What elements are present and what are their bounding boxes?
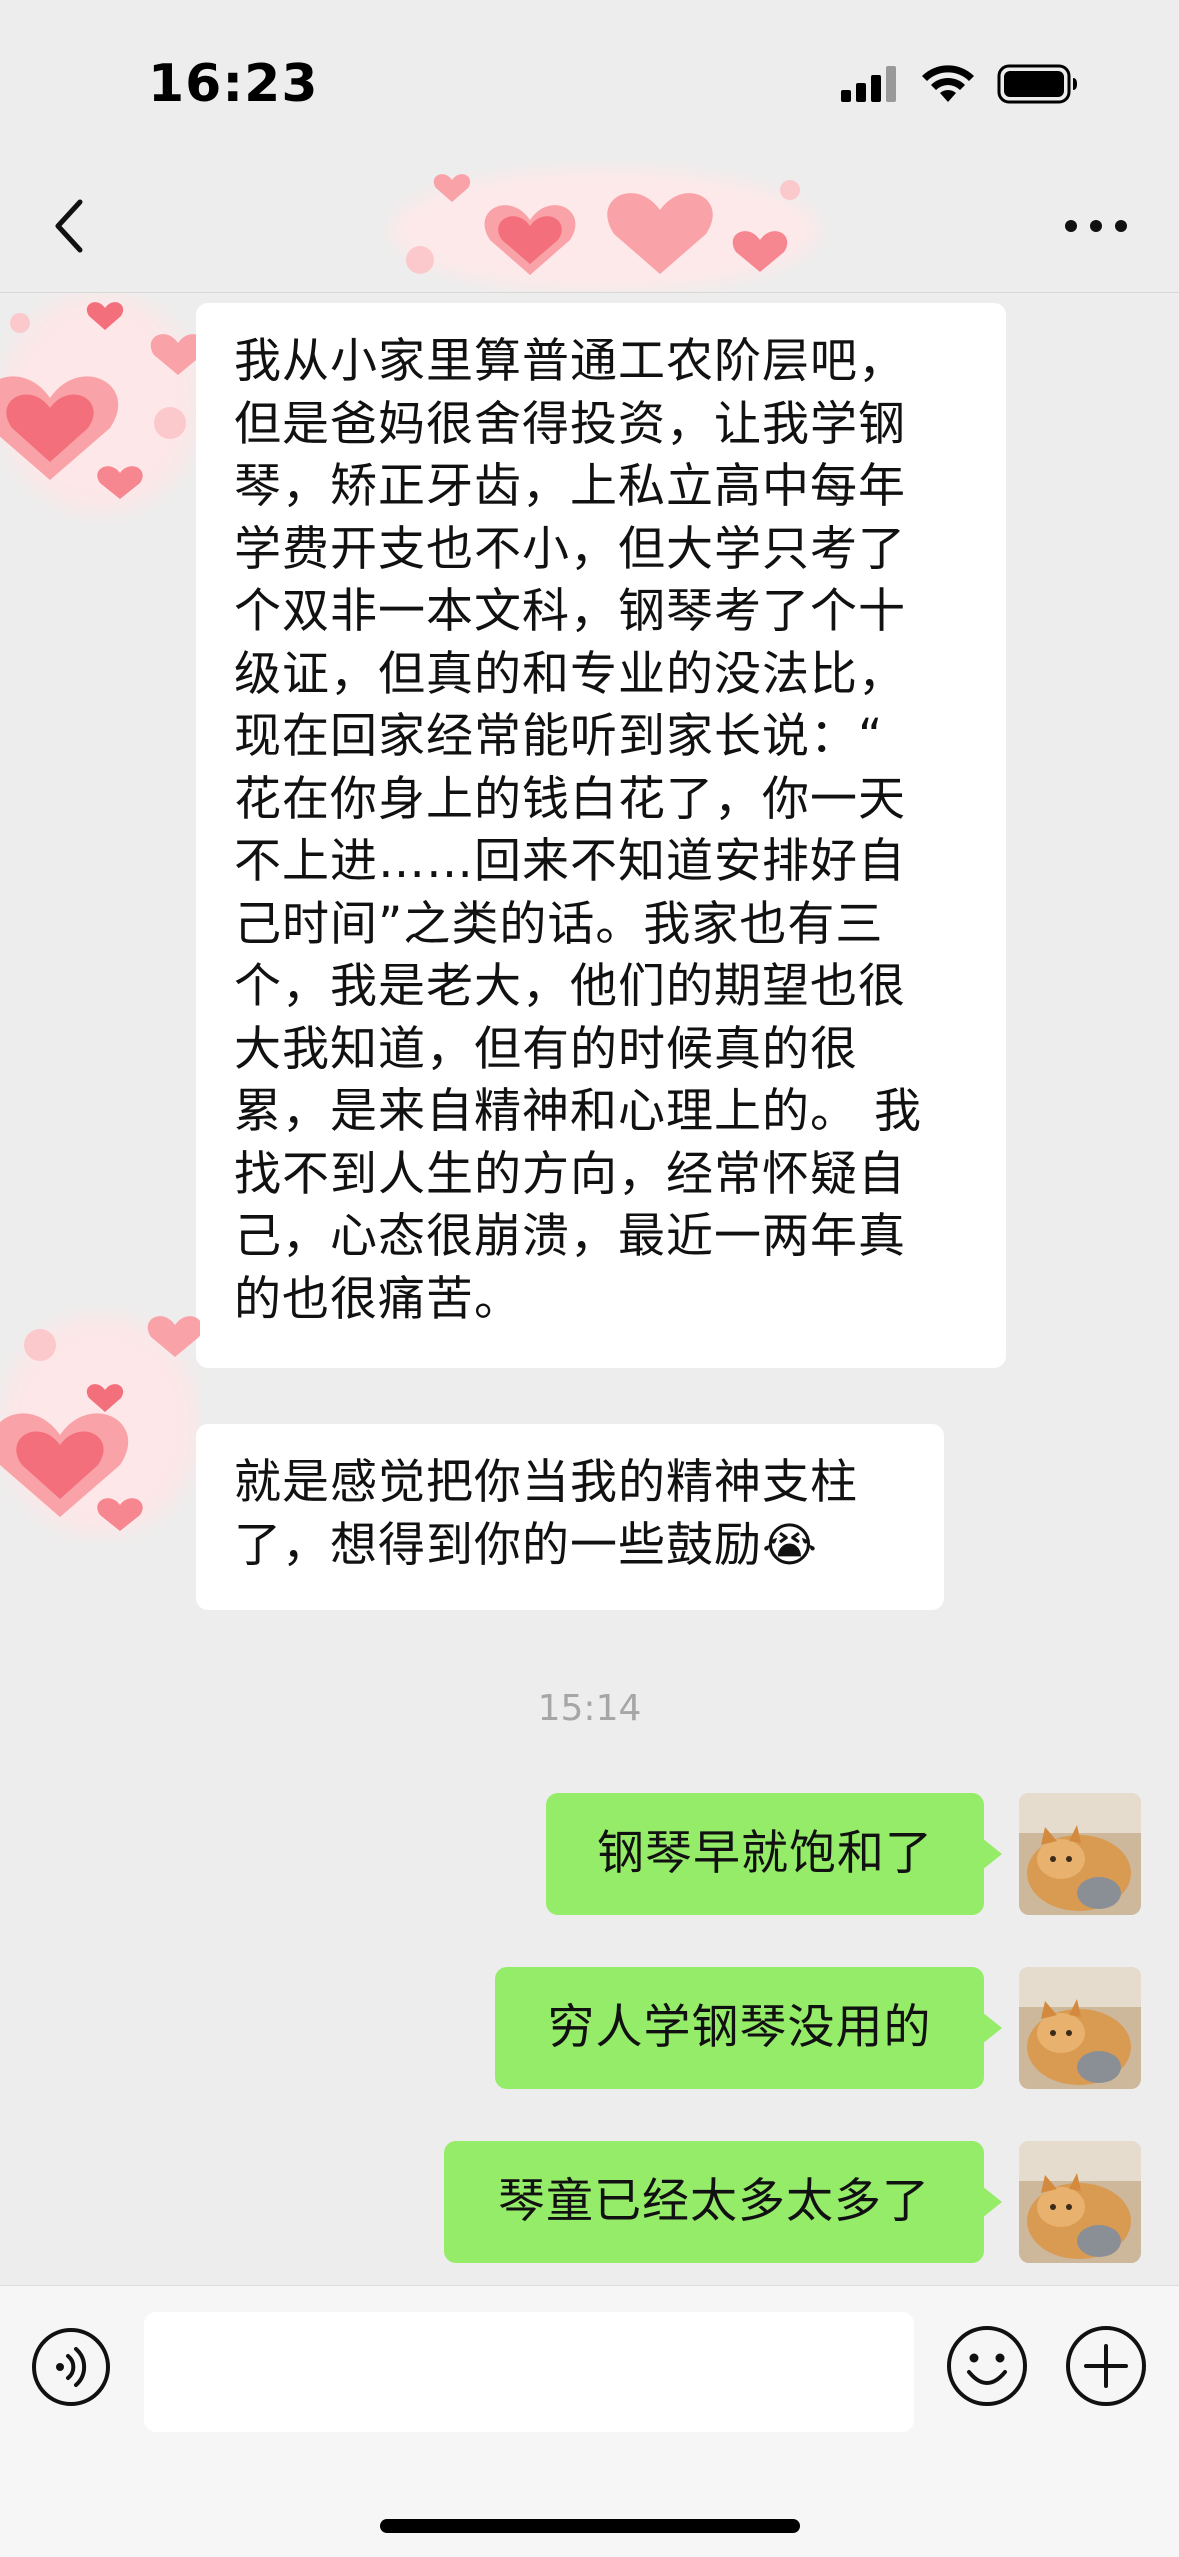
- message-text-line: 学费开支也不小，但大学只考了: [234, 521, 906, 577]
- cat-avatar-icon[interactable]: [1019, 1967, 1141, 2089]
- message-timestamp: 15:14: [537, 1688, 642, 1729]
- message-text-line: 累，是来自精神和心理上的。 我: [234, 1084, 922, 1139]
- battery-icon: [997, 64, 1077, 104]
- cat-avatar-icon[interactable]: [1019, 1793, 1141, 1915]
- message-bubble-outgoing[interactable]: 钢琴早就饱和了: [546, 1793, 1002, 1915]
- home-indicator[interactable]: [380, 2519, 800, 2533]
- status-icons: [841, 64, 1079, 104]
- message-bubble-outgoing[interactable]: 穷人学钢琴没用的: [495, 1967, 1002, 2089]
- message-bubble-incoming[interactable]: 我从小家里算普通工农阶层吧， 但是爸妈很舍得投资，让我学钢 琴，矫正牙齿，上私立…: [196, 303, 1006, 1368]
- chat-area[interactable]: 我从小家里算普通工农阶层吧， 但是爸妈很舍得投资，让我学钢 琴，矫正牙齿，上私立…: [0, 293, 1179, 2285]
- contact-avatar-icon[interactable]: [0, 293, 200, 523]
- plus-icon[interactable]: [1064, 2324, 1148, 2408]
- message-text-line: 我从小家里算普通工农阶层吧，: [234, 334, 906, 389]
- chevron-left-icon[interactable]: [44, 196, 96, 256]
- message-text-line: 个，我是老大，他们的期望也很: [234, 959, 906, 1014]
- message-text-line: 找不到人生的方向，经常怀疑自: [234, 1146, 906, 1202]
- nav-bar: [0, 160, 1179, 293]
- message-text-line: 现在回家经常能听到家长说：“: [234, 709, 884, 764]
- message-text-line: 但是爸妈很舍得投资，让我学钢: [234, 396, 906, 452]
- message-text-line: 的也很痛苦。: [234, 1271, 522, 1327]
- message-text-line: 己时间”之类的话。我家也有三: [234, 896, 884, 952]
- more-dots-icon[interactable]: [1061, 204, 1131, 248]
- message-text: 钢琴早就饱和了: [597, 1825, 933, 1881]
- message-text-line: 了，想得到你的一些鼓励😭: [234, 1517, 818, 1573]
- emoji-icon[interactable]: [945, 2324, 1029, 2408]
- message-text: 穷人学钢琴没用的: [547, 1999, 932, 2055]
- status-bar: 16:23: [0, 0, 1179, 160]
- wifi-icon: [922, 65, 974, 102]
- contact-avatar-icon[interactable]: [0, 1305, 200, 1545]
- message-text-line: 大我知道，但有的时候真的很: [234, 1021, 858, 1077]
- cat-avatar-icon[interactable]: [1019, 2141, 1141, 2263]
- message-text-line: 己，心态很崩溃，最近一两年真: [234, 1209, 906, 1264]
- message-text-line: 琴，矫正牙齿，上私立高中每年: [234, 459, 906, 514]
- message-text-line: 级证，但真的和专业的没法比，: [234, 646, 906, 702]
- message-text-line: 个双非一本文科，钢琴考了个十: [234, 584, 906, 639]
- message-text-line: 就是感觉把你当我的精神支柱: [234, 1455, 858, 1510]
- message-input[interactable]: [144, 2312, 914, 2432]
- message-bubble-incoming[interactable]: 就是感觉把你当我的精神支柱 了，想得到你的一些鼓励😭: [196, 1424, 944, 1610]
- status-time: 16:23: [148, 54, 319, 114]
- hearts-decoration-icon: [390, 168, 820, 292]
- message-text-line: 花在你身上的钱白花了，你一天: [234, 771, 906, 827]
- input-bar: [0, 2285, 1179, 2557]
- message-text: 琴童已经太多太多了: [498, 2173, 930, 2229]
- message-bubble-outgoing[interactable]: 琴童已经太多太多了: [444, 2141, 1002, 2263]
- message-text-line: 不上进……回来不知道安排好自: [234, 834, 906, 889]
- voice-icon[interactable]: [30, 2326, 112, 2408]
- signal-icon: [841, 66, 896, 102]
